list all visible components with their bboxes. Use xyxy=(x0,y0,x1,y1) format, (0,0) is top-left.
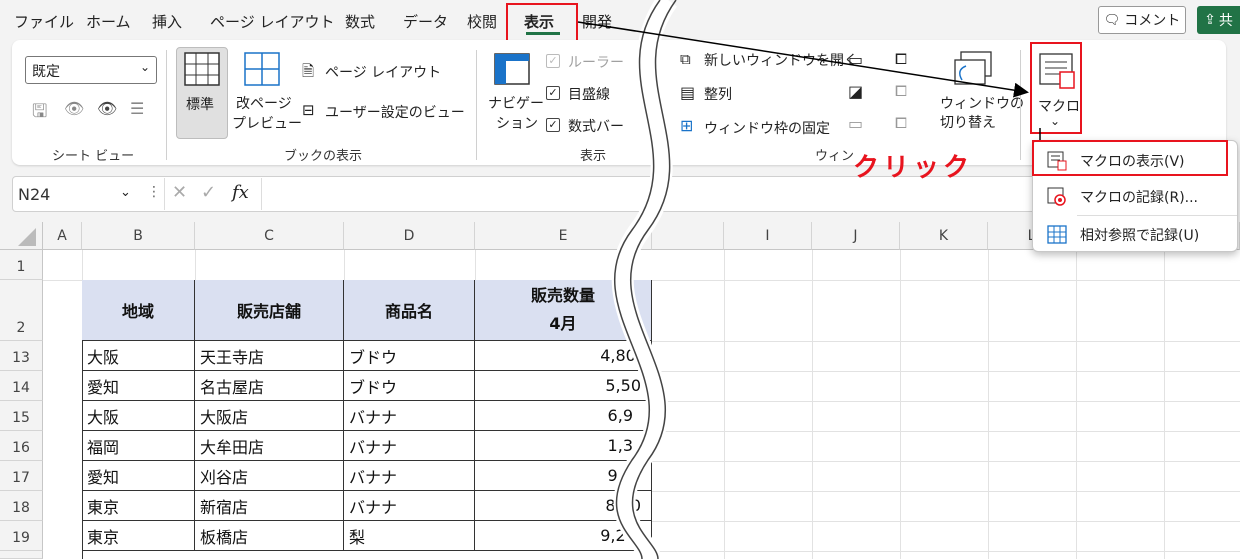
show-macros-highlight xyxy=(1032,140,1228,176)
menu-item-relative-reference[interactable]: 相対参照で記録(U) xyxy=(1033,218,1239,252)
menu-divider xyxy=(1077,215,1237,216)
click-annotation: クリック xyxy=(853,153,974,183)
annotation-arrows xyxy=(577,21,1048,163)
record-icon xyxy=(1047,187,1067,207)
menu-item-record-macro[interactable]: マクロの記録(R)... xyxy=(1033,180,1239,214)
relative-ref-icon xyxy=(1047,225,1067,245)
